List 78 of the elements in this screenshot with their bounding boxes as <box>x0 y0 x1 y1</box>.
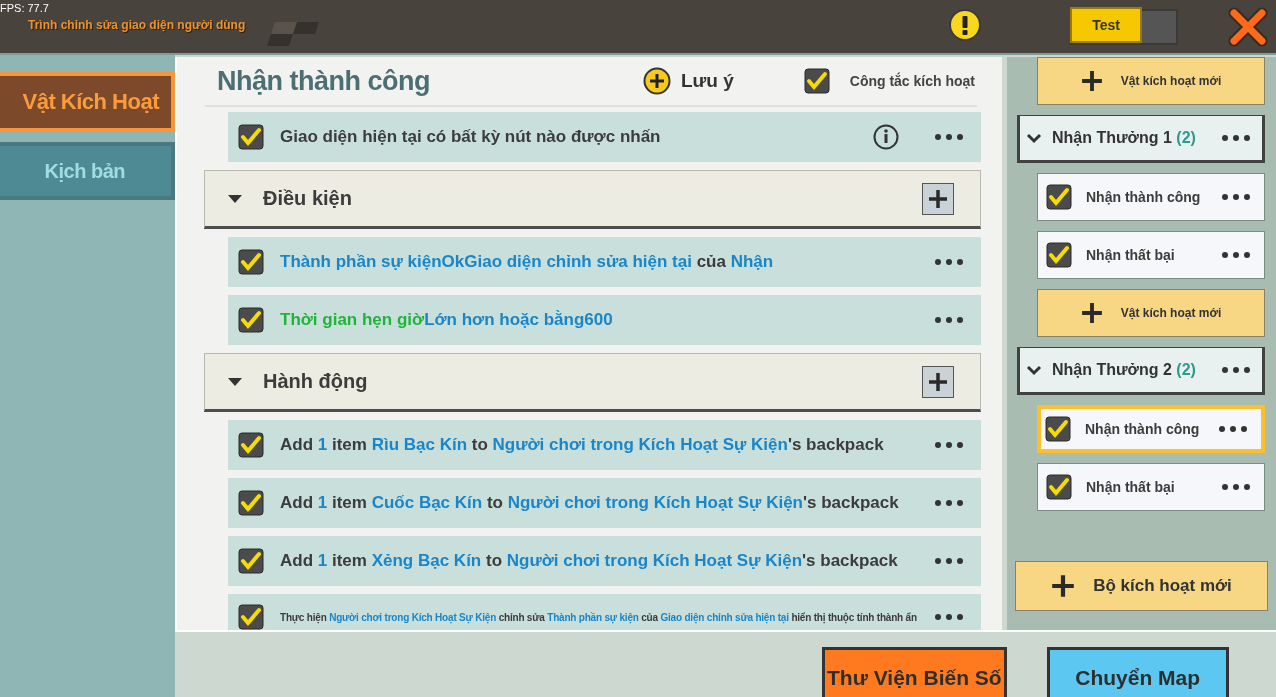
section-title: Hành động <box>263 370 369 393</box>
trigger-item[interactable]: Nhận thành công <box>1037 173 1265 221</box>
rule-text: Thành phần sự kiệnOkGiao diện chỉnh sửa hiện tại của Nhận <box>280 252 775 272</box>
test-toggle[interactable]: Test <box>1070 6 1142 43</box>
plus-icon <box>928 188 948 209</box>
new-trigger-button[interactable]: Bộ kích hoạt mới <box>1015 561 1268 611</box>
more-icon[interactable] <box>935 442 963 448</box>
section-header[interactable]: Hành động <box>204 353 981 412</box>
more-icon[interactable] <box>935 558 963 564</box>
plus-icon <box>928 371 948 392</box>
group-title: Nhận Thưởng 2 (2) <box>1052 361 1197 379</box>
checkbox[interactable] <box>1046 184 1072 210</box>
switch-label: Công tắc kích hoạt <box>849 73 975 89</box>
checkbox[interactable] <box>238 432 264 458</box>
section-header[interactable]: Điều kiện <box>204 170 981 229</box>
trigger-item[interactable]: Nhận thành công <box>1037 405 1265 453</box>
plus-icon <box>1080 70 1103 92</box>
editor-title: Nhận thành công <box>217 65 431 97</box>
checkbox[interactable] <box>1045 416 1071 442</box>
plus-icon <box>1080 302 1103 324</box>
add-button[interactable] <box>922 365 954 398</box>
trigger-group-header[interactable]: Nhận Thưởng 2 (2) <box>1017 347 1265 395</box>
warning-icon[interactable] <box>948 8 982 42</box>
checkbox[interactable] <box>238 307 264 333</box>
more-icon[interactable] <box>1222 252 1250 258</box>
chevron-icon[interactable] <box>1026 132 1042 144</box>
plus-circle-icon <box>642 67 671 95</box>
trigger-label: Nhận thành công <box>1086 189 1202 205</box>
checkbox[interactable] <box>238 604 264 630</box>
checkbox[interactable] <box>238 249 264 275</box>
trigger-label: Nhận thành công <box>1085 421 1201 437</box>
checkbox[interactable] <box>238 124 264 150</box>
checkbox[interactable] <box>1046 474 1072 500</box>
more-icon[interactable] <box>1222 194 1250 200</box>
plus-icon <box>1051 574 1076 598</box>
rule-text: Giao diện hiện tại có bất kỳ nút nào được nhấn <box>280 127 662 147</box>
footer-button[interactable]: Chuyển Map <box>1046 647 1229 697</box>
section-title: Điều kiện <box>263 187 353 210</box>
more-icon[interactable] <box>1222 484 1250 490</box>
footer-button[interactable]: Thư Viện Biến Số <box>822 647 1007 697</box>
checkbox[interactable] <box>238 490 264 516</box>
info-icon[interactable] <box>873 124 899 150</box>
more-icon[interactable] <box>935 317 963 323</box>
rule-row[interactable]: Thực hiện Người chơi trong Kích Hoạt Sự Kiện chỉnh sửa Thành phần sự kiện của Giao diện chỉnh sửa hiện tại hiển thị thuộc tính thành ẩn <box>228 594 981 630</box>
rule-text: Add 1 item Rìu Bạc Kín to Người chơi trong Kích Hoạt Sự Kiện's backpack <box>280 435 885 455</box>
rule-text: Add 1 item Cuốc Bạc Kín to Người chơi trong Kích Hoạt Sự Kiện's backpack <box>280 493 900 513</box>
group-title: Nhận Thưởng 1 (2) <box>1052 129 1197 147</box>
more-icon[interactable] <box>1219 426 1247 432</box>
editor-subtitle: Trình chỉnh sửa giao diện người dùng <box>28 18 246 32</box>
note-button[interactable]: Lưu ý <box>642 67 734 95</box>
checkbox[interactable] <box>803 68 830 94</box>
rule-row[interactable]: Add 1 item Cuốc Bạc Kín to Người chơi trong Kích Hoạt Sự Kiện's backpack <box>228 478 981 528</box>
chevron-icon[interactable] <box>1026 364 1042 376</box>
trigger-item[interactable]: Nhận thất bại <box>1037 463 1265 511</box>
trigger-label: Nhận thất bại <box>1086 247 1176 263</box>
rule-row[interactable]: Thành phần sự kiệnOkGiao diện chỉnh sửa hiện tại của Nhận <box>228 237 981 287</box>
more-icon[interactable] <box>935 134 963 140</box>
close-icon[interactable] <box>1228 6 1268 47</box>
rule-text: Thực hiện Người chơi trong Kích Hoạt Sự Kiện chỉnh sửa Thành phần sự kiện của Giao diện chỉnh sửa hiện tại hiển thị thuộc tính thành ẩn <box>280 611 918 623</box>
trigger-group-header[interactable]: Nhận Thưởng 1 (2) <box>1017 115 1265 163</box>
trigger-item[interactable]: Nhận thất bại <box>1037 231 1265 279</box>
more-icon[interactable] <box>935 614 963 620</box>
more-icon[interactable] <box>935 500 963 506</box>
checkbox[interactable] <box>1046 242 1072 268</box>
rule-row[interactable]: Giao diện hiện tại có bất kỳ nút nào được nhấn <box>228 112 981 162</box>
rule-text: Add 1 item Xẻng Bạc Kín to Người chơi trong Kích Hoạt Sự Kiện's backpack <box>280 551 899 571</box>
more-icon[interactable] <box>1222 135 1250 141</box>
new-trigger-item-button[interactable]: Vật kích hoạt mới <box>1037 289 1265 337</box>
add-button[interactable] <box>922 182 954 215</box>
rule-text: Thời gian hẹn giờLớn hơn hoặc bằng600 <box>280 310 614 330</box>
rule-row[interactable]: Add 1 item Rìu Bạc Kín to Người chơi trong Kích Hoạt Sự Kiện's backpack <box>228 420 981 470</box>
more-icon[interactable] <box>1222 367 1250 373</box>
trigger-label: Nhận thất bại <box>1086 479 1176 495</box>
more-icon[interactable] <box>935 259 963 265</box>
fps-counter: FPS: 77.7 <box>0 2 49 14</box>
checkbox[interactable] <box>238 548 264 574</box>
new-trigger-item-button[interactable]: Vật kích hoạt mới <box>1037 57 1265 105</box>
rule-row[interactable]: Add 1 item Xẻng Bạc Kín to Người chơi trong Kích Hoạt Sự Kiện's backpack <box>228 536 981 586</box>
